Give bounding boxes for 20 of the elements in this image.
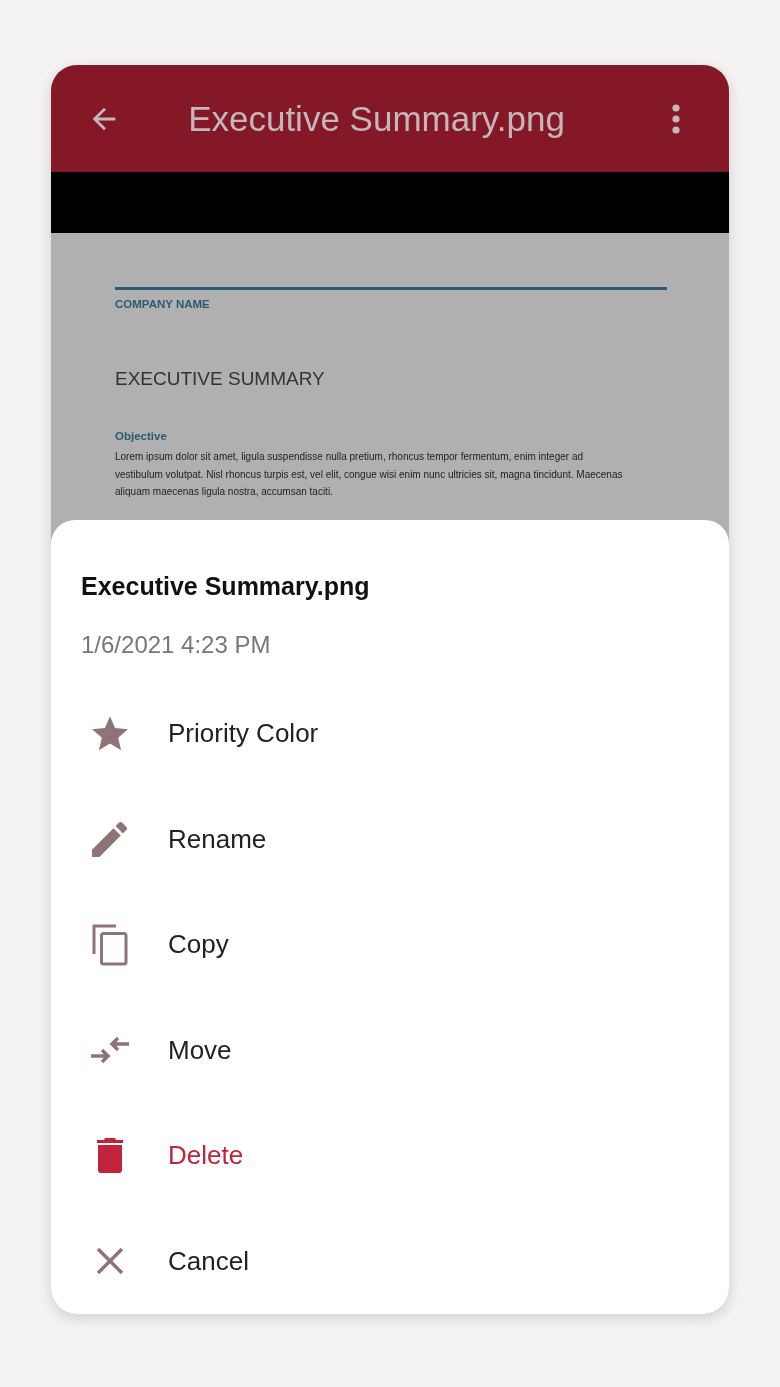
menu-item[interactable]: Move [51,997,729,1103]
company-name: COMPANY NAME [115,298,211,310]
body-paragraph: Lorem ipsum dolor sit amet, ligula suspendisse nulla pretium, rhoncus tempor fermentum, enim integer ad vestibulum volutpat. Nisl rhoncus turpis est, vel elit, congue wisi enim nunc ultricies sit, magna tincidunt. Maecenas aliquam maecenas ligula nostra, accumsan taciti. [115,450,624,499]
menu-item[interactable]: Rename [51,786,729,892]
close-icon [95,1247,124,1276]
app-bar-title: Executive Summary.png [187,98,566,139]
menu-item[interactable]: Priority Color [51,681,729,787]
menu-item[interactable]: Cancel [51,1208,729,1314]
file-date: 1/6/2021 4:23 PM [81,630,272,660]
menu-item[interactable]: Copy [51,892,729,998]
trash-icon [96,1138,123,1174]
sheet-title: Executive Summary.png [81,571,371,602]
section-heading: Objective [115,430,168,442]
copy-icon [91,923,128,966]
arrows-icon [89,1035,130,1066]
menu-item[interactable]: Delete [51,1103,729,1209]
more-options-icon[interactable] [672,103,680,134]
pencil-icon [92,821,127,857]
document-heading: EXECUTIVE SUMMARY [115,368,326,390]
star-icon [91,716,128,752]
